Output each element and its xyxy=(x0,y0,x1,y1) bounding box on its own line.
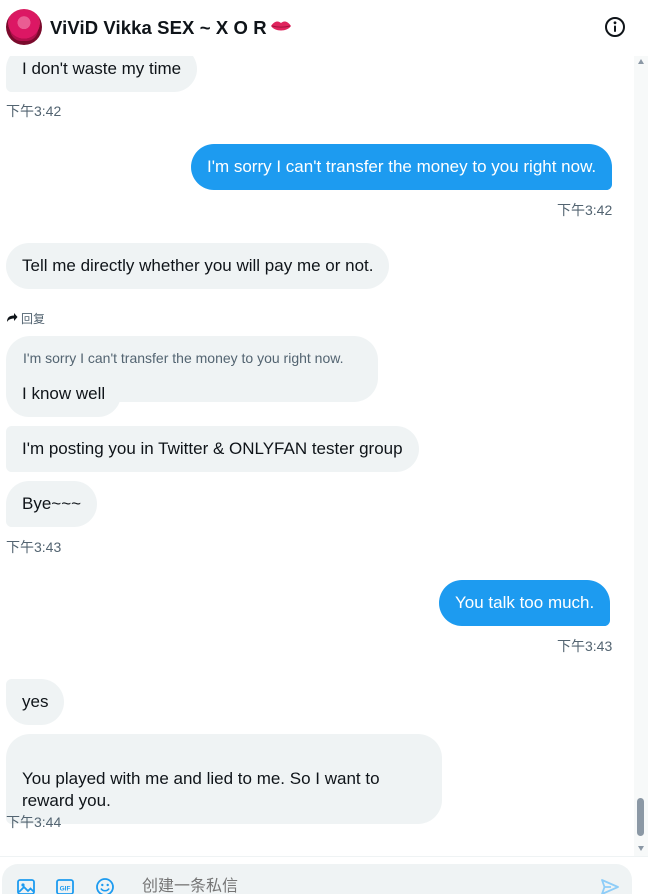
message-bubble-incoming[interactable]: I don't waste my time xyxy=(6,56,198,92)
message-timestamp: 下午3:42 xyxy=(557,202,613,218)
message-text: You talk too much. xyxy=(455,593,595,612)
message-text: I know well xyxy=(22,384,106,403)
message-bubble-incoming[interactable]: You played with me and lied to me. So I … xyxy=(6,734,442,824)
svg-text:GIF: GIF xyxy=(60,886,71,893)
gif-icon[interactable]: GIF xyxy=(55,877,75,894)
message-bubble-incoming[interactable]: I know well xyxy=(6,371,122,417)
message-text: You played with me and lied to me. So I … xyxy=(22,769,380,810)
message-bubble-incoming[interactable]: I'm posting you in Twitter & ONLYFAN tes… xyxy=(6,426,419,472)
message-text: Tell me directly whether you will pay me… xyxy=(22,256,374,275)
reply-arrow-icon xyxy=(6,312,18,326)
conversation-title[interactable]: ViViD Vikka SEX ~ X O R xyxy=(50,17,292,39)
quoted-message-text: I'm sorry I can't transfer the money to … xyxy=(23,350,344,366)
message-bubble-incoming[interactable]: yes xyxy=(6,679,65,725)
lips-icon xyxy=(270,20,292,32)
conversation-header: ViViD Vikka SEX ~ X O R xyxy=(0,0,648,56)
emoji-icon[interactable] xyxy=(95,877,115,894)
conversation-title-text: ViViD Vikka SEX ~ X O R xyxy=(50,17,267,38)
reply-label: 回复 xyxy=(6,310,45,327)
message-list: I don't waste my time 下午3:42 I'm sorry I… xyxy=(0,56,634,856)
info-icon[interactable] xyxy=(604,16,626,38)
scroll-up-arrow-icon[interactable] xyxy=(638,59,644,64)
send-icon[interactable] xyxy=(600,877,620,894)
message-bubble-incoming[interactable]: Tell me directly whether you will pay me… xyxy=(6,243,390,289)
image-icon[interactable] xyxy=(16,877,36,894)
message-text: I don't waste my time xyxy=(22,59,182,78)
message-text: Bye~~~ xyxy=(22,494,82,513)
message-bubble-incoming[interactable]: Bye~~~ xyxy=(6,481,98,527)
message-text: I'm posting you in Twitter & ONLYFAN tes… xyxy=(22,439,403,458)
message-timestamp: 下午3:43 xyxy=(6,539,62,555)
message-composer: GIF xyxy=(0,857,648,894)
profile-avatar[interactable] xyxy=(6,9,42,45)
reply-label-text: 回复 xyxy=(21,312,46,326)
scrollbar[interactable] xyxy=(634,56,648,856)
message-timestamp: 下午3:43 xyxy=(557,638,613,654)
scroll-down-arrow-icon[interactable] xyxy=(638,846,644,851)
message-input[interactable] xyxy=(142,877,582,894)
message-timestamp: 下午3:44 xyxy=(6,814,62,830)
scrollbar-thumb[interactable] xyxy=(637,798,644,836)
message-bubble-outgoing[interactable]: You talk too much. xyxy=(439,580,611,626)
message-text: yes xyxy=(22,692,49,711)
message-bubble-outgoing[interactable]: I'm sorry I can't transfer the money to … xyxy=(191,144,613,190)
message-timestamp: 下午3:42 xyxy=(6,103,62,119)
message-text: I'm sorry I can't transfer the money to … xyxy=(207,157,597,176)
